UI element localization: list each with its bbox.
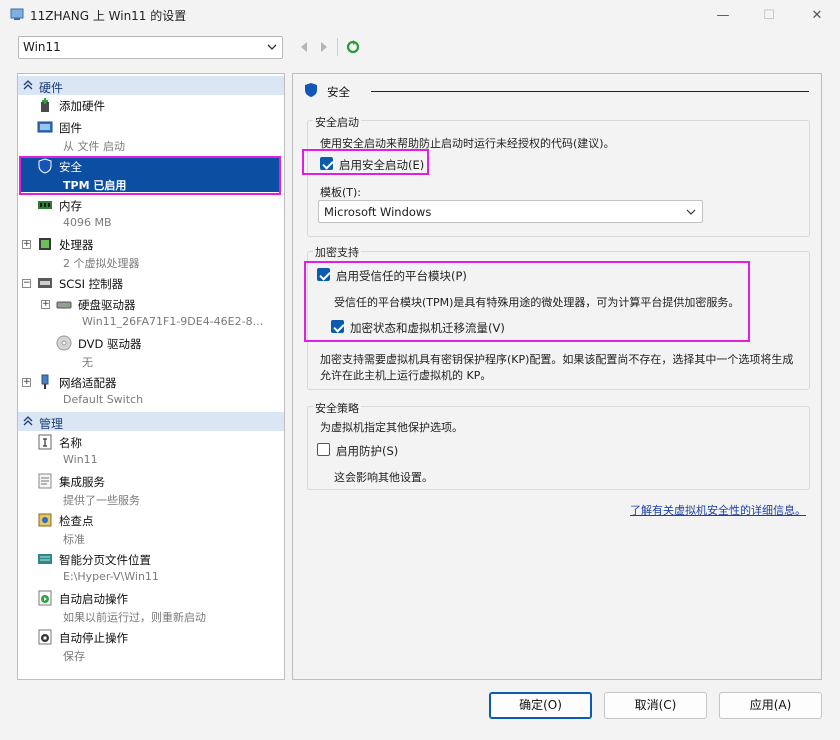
section-divider [371,91,809,92]
security-highlight-box [19,156,281,195]
name-document-icon [38,434,52,450]
auto-stop-detail: 保存 [63,650,85,663]
encryption-highlight-box [304,261,750,342]
dvd-drive-icon [56,335,72,351]
checkpoints-label: 检查点 [59,514,94,528]
shield-icon [305,83,317,97]
network-adapter-icon [41,374,49,389]
processor-icon [39,238,51,250]
collapse-icon [23,80,33,90]
minimize-icon: — [716,7,730,23]
window-title: 11ZHANG 上 Win11 的设置 [30,9,187,23]
vm-select[interactable]: Win11 [18,36,283,59]
encryption-group-title: 加密支持 [313,244,361,260]
title-bar: 11ZHANG 上 Win11 的设置 — ☐ ✕ [0,0,840,30]
template-label: 模板(T): [320,186,362,199]
close-icon: ✕ [811,7,823,23]
close-button[interactable]: ✕ [794,0,840,30]
expand-hard-drive-icon[interactable]: + [41,300,50,309]
shielding-checkbox[interactable] [317,443,330,456]
maximize-button[interactable]: ☐ [746,0,792,30]
auto-start-label: 自动启动操作 [59,592,128,606]
security-policy-group-title: 安全策略 [313,400,361,416]
hard-drive-label: 硬盘驱动器 [78,298,136,312]
shielding-note: 这会影响其他设置。 [334,471,433,484]
template-select[interactable]: Microsoft Windows [318,200,703,223]
learn-more-link[interactable]: 了解有关虚拟机安全性的详细信息。 [630,502,806,518]
checkpoints-detail: 标准 [63,533,85,546]
firmware-label: 固件 [59,121,82,135]
chevron-down-icon [686,209,696,215]
add-hardware-label: 添加硬件 [59,99,105,113]
paging-file-icon [38,554,52,564]
security-policy-description: 为虚拟机指定其他保护选项。 [320,421,463,434]
ok-button[interactable]: 确定(O) [489,692,592,719]
add-hardware-icon [41,98,49,112]
vm-select-value: Win11 [23,40,61,54]
integration-detail: 提供了一些服务 [63,494,140,507]
processor-label: 处理器 [59,238,94,252]
encryption-note-line1: 加密支持需要虚拟机具有密钥保护程序(KP)配置。如果该配置尚不存在，选择其中一个… [320,353,794,366]
minimize-button[interactable]: — [700,0,746,30]
paging-detail: E:\Hyper-V\Win11 [63,570,159,583]
maximize-icon: ☐ [763,7,775,23]
processor-detail: 2 个虚拟处理器 [63,257,140,270]
settings-app-icon [10,8,24,20]
dvd-label: DVD 驱动器 [78,337,142,351]
name-label: 名称 [59,436,82,450]
integration-label: 集成服务 [59,475,105,489]
name-detail: Win11 [63,453,98,466]
category-hardware[interactable]: 硬件 [18,76,284,95]
dvd-detail: 无 [82,356,93,369]
forward-icon[interactable] [316,38,332,56]
hard-drive-detail: Win11_26FA71F1-9DE4-46E2-8... [82,315,264,328]
cancel-button[interactable]: 取消(C) [604,692,707,719]
secure-boot-group-title: 安全启动 [313,114,361,130]
hard-drive-icon [56,301,72,309]
firmware-icon [37,121,53,133]
collapse-icon [23,416,33,426]
auto-stop-label: 自动停止操作 [59,631,128,645]
scsi-controller-icon [38,278,52,288]
security-section-header: 安全 [303,82,818,100]
auto-start-icon [38,590,52,606]
category-management[interactable]: 管理 [18,412,284,431]
auto-stop-icon [38,629,52,645]
collapse-scsi-icon[interactable]: − [22,279,31,288]
category-hardware-label: 硬件 [39,81,64,95]
integration-services-icon [38,473,52,489]
category-management-label: 管理 [39,417,64,431]
refresh-icon[interactable] [345,38,361,56]
apply-button[interactable]: 应用(A) [719,692,822,719]
shielding-label[interactable]: 启用防护(S) [336,443,398,459]
memory-icon [38,201,52,209]
secure-boot-highlight-box [302,149,429,175]
toolbar-divider [337,38,338,56]
auto-start-detail: 如果以前运行过，则重新启动 [63,611,206,624]
paging-label: 智能分页文件位置 [59,553,151,567]
checkpoint-icon [38,513,52,527]
back-icon[interactable] [296,38,312,56]
memory-label: 内存 [59,199,82,213]
network-detail: Default Switch [63,393,144,406]
expand-processor-icon[interactable]: + [22,240,31,249]
encryption-note-line2: 允许在此主机上运行虚拟机的 KP。 [320,369,492,382]
memory-detail: 4096 MB [63,216,112,229]
scsi-label: SCSI 控制器 [59,277,124,291]
chevron-down-icon [267,44,277,50]
template-select-value: Microsoft Windows [324,205,432,219]
security-section-title: 安全 [327,85,350,99]
network-label: 网络适配器 [59,376,117,390]
expand-network-icon[interactable]: + [22,378,31,387]
firmware-detail: 从 文件 启动 [63,140,125,153]
